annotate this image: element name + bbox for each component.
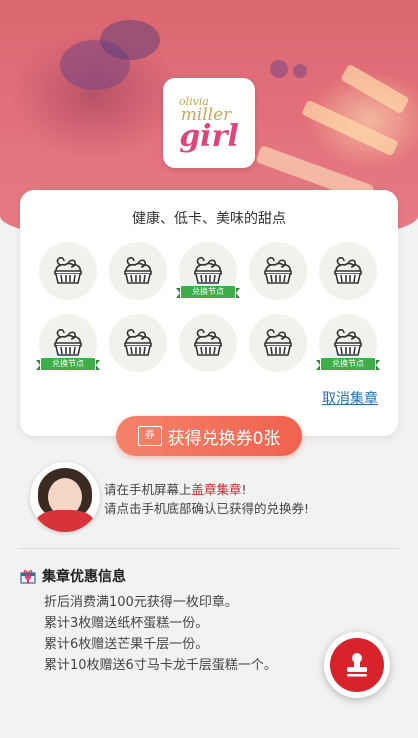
stamp-slot[interactable]: 兑换节点	[36, 314, 100, 372]
promo-rule: 累计10枚赠送6寸马卡龙千层蛋糕一个。	[44, 658, 277, 673]
avatar	[30, 462, 100, 532]
hero-berry	[293, 64, 307, 78]
instruction-text: 请在手机屏幕上盖章集章! 请点击手机底部确认已获得的兑换券!	[104, 480, 309, 518]
cake-stamp-icon	[54, 328, 82, 356]
instruction-prefix: 请在手机屏幕上	[104, 482, 192, 497]
stamp-action-button[interactable]	[324, 632, 390, 698]
instruction-line-2: 请点击手机底部确认已获得的兑换券!	[104, 501, 310, 516]
stamp-slot[interactable]: 兑换节点	[176, 242, 240, 300]
cake-stamp-icon	[194, 256, 222, 284]
stamp-slot[interactable]	[109, 242, 167, 300]
stamp-action-inner	[330, 638, 384, 692]
cake-stamp-icon	[334, 328, 362, 356]
promo-rules: 折后消费满100元获得一枚印章。 累计3枚赠送纸杯蛋糕一份。 累计6枚赠送芒果千…	[44, 592, 277, 676]
cake-stamp-icon	[124, 256, 152, 284]
stamp-card: 健康、低卡、美味的甜点 兑换节点 兑换节点 兑换节点 取消集章	[20, 190, 398, 436]
logo-text-girl: girl	[179, 118, 239, 154]
promo-rule: 折后消费满100元获得一枚印章。	[44, 595, 238, 610]
instruction-suffix: !	[241, 482, 247, 497]
cake-stamp-icon	[54, 256, 82, 284]
stamp-slot[interactable]: 兑换节点	[316, 314, 380, 372]
stamp-slot[interactable]	[109, 314, 167, 372]
cake-stamp-icon	[124, 328, 152, 356]
voucher-count-button[interactable]: 券 获得兑换券0张	[116, 416, 302, 456]
promo-rule: 累计3枚赠送纸杯蛋糕一份。	[44, 616, 209, 631]
exchange-node-ribbon: 兑换节点	[316, 358, 380, 370]
card-tagline: 健康、低卡、美味的甜点	[132, 211, 286, 227]
cake-stamp-icon	[334, 256, 362, 284]
exchange-node-ribbon: 兑换节点	[36, 358, 100, 370]
stamp-slot[interactable]	[249, 242, 307, 300]
voucher-label: 获得兑换券0张	[167, 428, 281, 449]
section-divider	[18, 548, 399, 549]
voucher-icon: 券	[137, 426, 162, 446]
cancel-collect-link[interactable]: 取消集章	[322, 388, 378, 408]
cake-stamp-icon	[264, 328, 292, 356]
avatar-scarf	[36, 510, 94, 532]
exchange-node-ribbon: 兑换节点	[176, 286, 240, 298]
promo-info-title-text: 集章优惠信息	[42, 569, 126, 585]
brand-logo: olivia miller girl	[163, 78, 255, 168]
seal-stamp-icon	[347, 653, 367, 677]
stamp-slot[interactable]	[249, 314, 307, 372]
cake-stamp-icon	[194, 328, 222, 356]
instruction-highlight: 盖章集章	[191, 482, 242, 497]
promo-info-title: 集章优惠信息	[20, 566, 126, 586]
stamp-slot[interactable]	[319, 242, 377, 300]
stamp-slot[interactable]	[179, 314, 237, 372]
hero-cake-slice	[301, 99, 399, 157]
hero-berry	[270, 60, 288, 78]
stamp-slot[interactable]	[39, 242, 97, 300]
gift-icon	[20, 570, 36, 584]
instruction-line-1: 请在手机屏幕上盖章集章!	[104, 480, 309, 499]
promo-rule: 累计6枚赠送芒果千层一份。	[44, 637, 209, 652]
hero-berries	[100, 20, 160, 60]
hero-cake-slice	[340, 63, 410, 115]
cake-stamp-icon	[264, 256, 292, 284]
